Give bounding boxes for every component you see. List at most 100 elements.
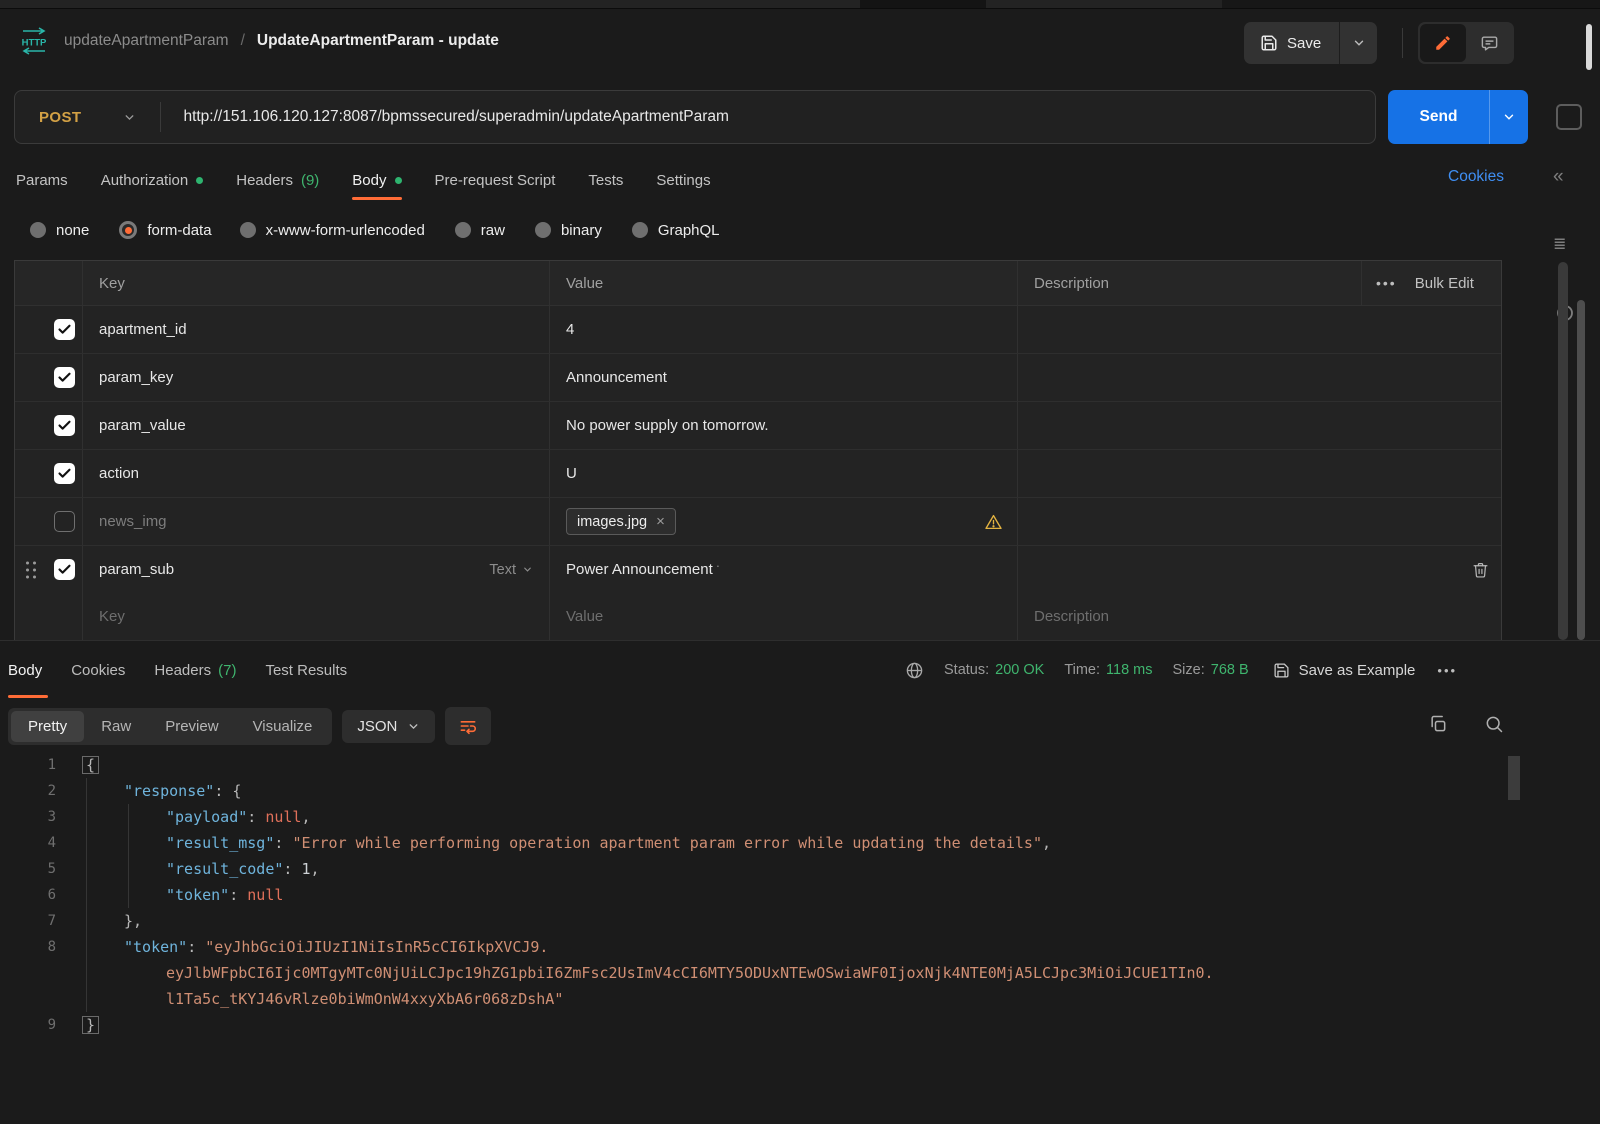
wrap-text-button[interactable] [445, 707, 491, 745]
tab-params[interactable]: Params [16, 158, 68, 202]
description-cell[interactable] [1017, 354, 1361, 401]
method-select[interactable]: POST [15, 109, 81, 126]
copy-response-button[interactable] [1428, 714, 1448, 734]
code-scrollbar-thumb[interactable] [1508, 756, 1520, 800]
mode-graphql[interactable]: GraphQL [632, 222, 720, 239]
response-tab-body[interactable]: Body [8, 662, 42, 679]
save-icon [1260, 34, 1278, 52]
response-meta-bar: Status:200 OK Time:118 ms Size:768 B Sav… [905, 646, 1457, 694]
bulk-edit-button[interactable]: Bulk Edit [1415, 275, 1474, 292]
send-button[interactable]: Send [1388, 90, 1489, 144]
size-value[interactable]: 768 B [1211, 662, 1249, 678]
warning-icon [984, 513, 1003, 531]
value-placeholder[interactable]: Value [566, 608, 603, 625]
key-cell[interactable]: news_img [99, 513, 167, 530]
file-chip[interactable]: images.jpg× [566, 508, 676, 535]
method-caret-icon[interactable] [123, 111, 136, 124]
mode-binary[interactable]: binary [535, 222, 602, 239]
row-checkbox[interactable] [54, 415, 75, 436]
save-options-caret[interactable] [1339, 22, 1377, 64]
value-cell[interactable]: 4 [566, 321, 574, 338]
radio-icon [30, 222, 46, 238]
tab-pre-request-script[interactable]: Pre-request Script [435, 158, 556, 202]
comment-button[interactable] [1466, 24, 1512, 62]
tab-authorization[interactable]: Authorization [101, 158, 204, 202]
delete-row-button[interactable] [1472, 561, 1489, 579]
response-tab-cookies[interactable]: Cookies [71, 662, 125, 679]
description-cell[interactable] [1017, 546, 1361, 593]
response-more-dots-icon[interactable]: ••• [1437, 663, 1457, 678]
mode-none[interactable]: none [30, 222, 89, 239]
status-value[interactable]: 200 OK [995, 662, 1044, 678]
tab-settings[interactable]: Settings [656, 158, 710, 202]
bulk-actions-dots-icon[interactable]: ••• [1376, 275, 1397, 291]
save-as-example-button[interactable]: Save as Example [1273, 662, 1416, 679]
response-tab-headers[interactable]: Headers(7) [154, 662, 236, 679]
globe-icon[interactable] [905, 661, 924, 680]
right-rail-list-icon[interactable]: ≣ [1553, 234, 1566, 254]
key-cell[interactable]: action [99, 465, 139, 482]
value-cell[interactable]: U [566, 465, 577, 482]
cookies-link[interactable]: Cookies [1448, 168, 1504, 186]
form-row: param_subTextPower Announcement· [15, 546, 1501, 593]
save-split-button[interactable]: Save [1244, 22, 1377, 64]
view-preview[interactable]: Preview [148, 711, 235, 742]
save-icon [1273, 662, 1290, 679]
tab-tests[interactable]: Tests [588, 158, 623, 202]
language-select[interactable]: JSON [342, 710, 435, 743]
active-tab-underline [8, 695, 48, 698]
response-tab-test-results[interactable]: Test Results [265, 662, 347, 679]
view-raw[interactable]: Raw [84, 711, 148, 742]
tab-body[interactable]: Body [352, 158, 401, 202]
description-cell[interactable] [1017, 498, 1361, 545]
row-checkbox[interactable] [54, 559, 75, 580]
drag-handle-icon[interactable] [26, 561, 36, 578]
breadcrumb-collection[interactable]: updateApartmentParam [64, 32, 229, 50]
tab-headers[interactable]: Headers(9) [236, 158, 319, 202]
right-rail-panel-icon[interactable] [1556, 104, 1582, 130]
row-checkbox[interactable] [54, 319, 75, 340]
value-type-select[interactable]: Text [489, 562, 533, 578]
time-value[interactable]: 118 ms [1106, 662, 1152, 678]
edit-mode-button[interactable] [1420, 24, 1466, 62]
mode-raw[interactable]: raw [455, 222, 505, 239]
key-cell[interactable]: param_sub [99, 561, 174, 578]
mode-x-www-form-urlencoded[interactable]: x-www-form-urlencoded [240, 222, 425, 239]
chevrons-left-icon[interactable]: « [1553, 166, 1564, 188]
view-visualize[interactable]: Visualize [236, 711, 330, 742]
value-cell[interactable]: No power supply on tomorrow. [566, 417, 769, 434]
radio-icon [632, 222, 648, 238]
green-dot-icon [196, 177, 203, 184]
code-line: l1Ta5c_tKYJ46vRlze0biWmOnW4xxyXbA6r068zD… [0, 986, 1540, 1012]
pane-scrollbar-thumb[interactable] [1558, 262, 1568, 640]
key-cell[interactable]: param_key [99, 369, 173, 386]
key-cell[interactable]: apartment_id [99, 321, 187, 338]
key-placeholder[interactable]: Key [99, 608, 125, 625]
column-header-description: Description [1017, 261, 1361, 305]
copy-icon [1428, 714, 1448, 734]
key-cell[interactable]: param_value [99, 417, 186, 434]
description-cell[interactable] [1017, 450, 1361, 497]
main-scrollbar-thumb[interactable] [1577, 300, 1585, 640]
row-checkbox[interactable] [54, 463, 75, 484]
window-scrollbar-thumb[interactable] [1586, 24, 1592, 70]
send-split-button[interactable]: Send [1388, 90, 1528, 144]
row-checkbox[interactable] [54, 367, 75, 388]
view-pretty[interactable]: Pretty [11, 711, 84, 742]
value-cell[interactable]: Announcement [566, 369, 667, 386]
url-input[interactable]: http://151.106.120.127:8087/bpmssecured/… [183, 108, 728, 126]
remove-file-icon[interactable]: × [656, 513, 665, 530]
value-cell[interactable]: Power Announcement [566, 561, 713, 578]
description-cell[interactable] [1017, 306, 1361, 353]
save-button[interactable]: Save [1244, 22, 1339, 64]
search-response-button[interactable] [1484, 714, 1504, 734]
description-placeholder[interactable]: Description [1034, 608, 1109, 625]
row-checkbox[interactable] [54, 511, 75, 532]
breadcrumb-request-title[interactable]: UpdateApartmentParam - update [257, 32, 499, 50]
mode-form-data[interactable]: form-data [119, 221, 211, 239]
description-cell[interactable] [1017, 402, 1361, 449]
line-number: 3 [0, 804, 56, 830]
edit-comment-group [1418, 22, 1514, 64]
line-number [0, 986, 56, 1012]
send-options-caret[interactable] [1489, 90, 1528, 144]
